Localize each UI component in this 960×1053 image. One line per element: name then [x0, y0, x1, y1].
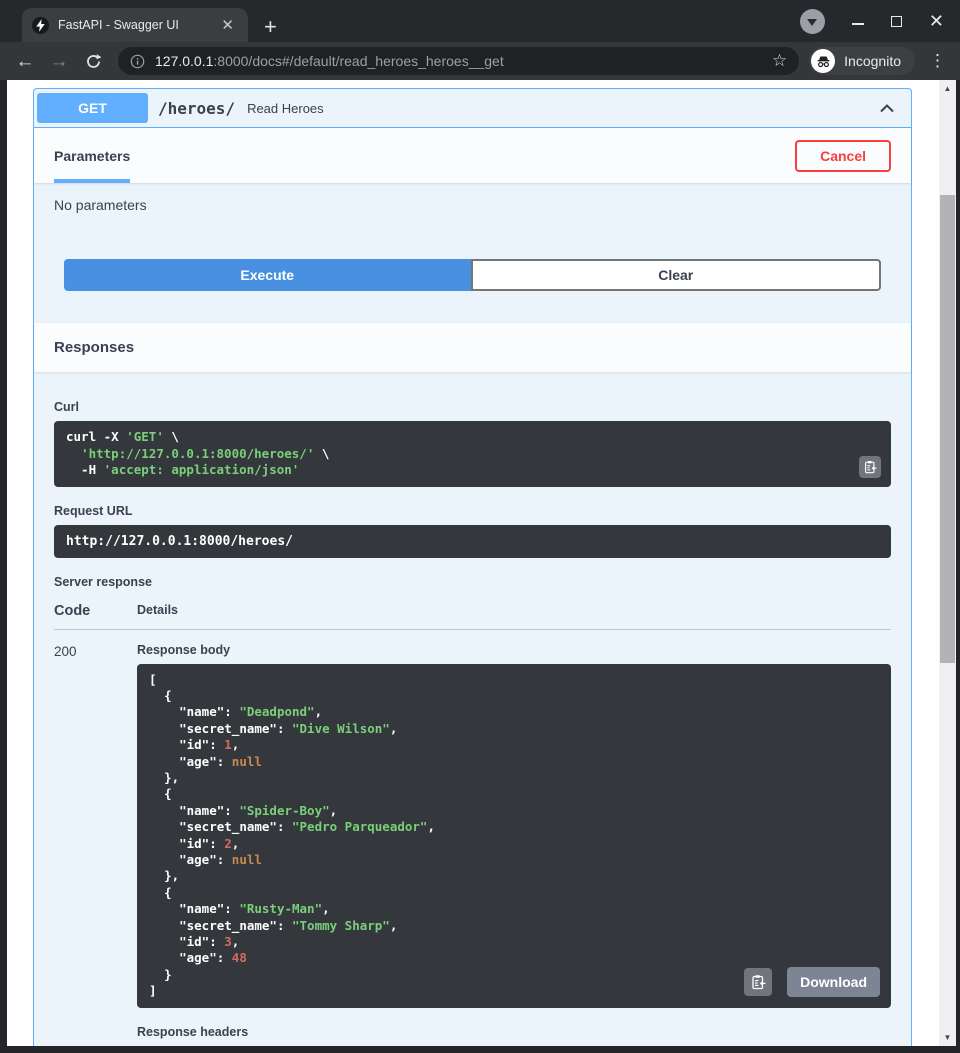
download-button[interactable]: Download	[787, 967, 880, 997]
window-controls: ✕	[800, 0, 944, 42]
response-headers-label: Response headers	[137, 1025, 891, 1039]
response-row-200: 200 Response body [ { "name": "Deadpond"…	[54, 643, 891, 1047]
collapse-chevron-icon[interactable]	[877, 98, 897, 118]
endpoint-summary: Read Heroes	[247, 101, 324, 116]
browser-titlebar: FastAPI - Swagger UI ✕ + ✕	[0, 0, 960, 42]
tab-close-icon[interactable]: ✕	[217, 16, 238, 34]
response-details: Response body [ { "name": "Deadpond", "s…	[137, 643, 891, 1047]
copy-response-button[interactable]	[744, 968, 772, 996]
forward-button[interactable]: →	[44, 52, 74, 71]
copy-curl-button[interactable]	[859, 456, 881, 478]
parameters-body: No parameters Execute Clear	[34, 183, 911, 323]
close-button[interactable]: ✕	[929, 12, 944, 30]
curl-command-block: curl -X 'GET' \ 'http://127.0.0.1:8000/h…	[54, 421, 891, 487]
incognito-label: Incognito	[844, 53, 901, 69]
server-response-label: Server response	[54, 575, 891, 589]
clipboard-icon	[750, 974, 766, 990]
tab-title: FastAPI - Swagger UI	[58, 18, 179, 32]
reload-button[interactable]	[78, 53, 108, 70]
responses-header: Responses	[34, 323, 911, 372]
response-body-label: Response body	[137, 643, 891, 657]
cancel-button[interactable]: Cancel	[795, 140, 891, 172]
browser-toolbar: ← → 127.0.0.1:8000/docs#/default/read_he…	[0, 42, 960, 80]
new-tab-button[interactable]: +	[264, 16, 277, 38]
status-code: 200	[54, 643, 137, 1047]
swagger-content: GET /heroes/ Read Heroes Parameters Canc…	[7, 80, 939, 1046]
responses-body: Curl curl -X 'GET' \ 'http://127.0.0.1:8…	[34, 372, 911, 1046]
browser-tab[interactable]: FastAPI - Swagger UI ✕	[22, 8, 248, 42]
operation-summary[interactable]: GET /heroes/ Read Heroes	[34, 89, 911, 128]
incognito-icon	[811, 49, 835, 73]
response-body-controls: Download	[744, 967, 880, 997]
request-url-label: Request URL	[54, 504, 891, 518]
opblock-get-heroes: GET /heroes/ Read Heroes Parameters Canc…	[33, 88, 912, 1046]
curl-label: Curl	[54, 400, 891, 414]
response-body-block: [ { "name": "Deadpond", "secret_name": "…	[137, 664, 891, 1008]
table-divider	[54, 629, 891, 630]
url-path: :8000/docs#/default/read_heroes_heroes__…	[213, 53, 503, 69]
page-viewport: GET /heroes/ Read Heroes Parameters Canc…	[0, 80, 960, 1053]
scrollbar[interactable]: ▲ ▼	[939, 80, 956, 1046]
back-button[interactable]: ←	[10, 52, 40, 71]
parameters-header: Parameters Cancel	[34, 128, 911, 183]
browser-update-icon[interactable]	[800, 9, 825, 34]
incognito-badge: Incognito	[809, 47, 915, 75]
scroll-down-arrow[interactable]: ▼	[939, 1033, 956, 1042]
fastapi-favicon-icon	[32, 17, 49, 34]
endpoint-path: /heroes/	[158, 99, 235, 118]
browser-window: FastAPI - Swagger UI ✕ + ✕ ← →	[0, 0, 960, 1053]
scrollbar-thumb[interactable]	[940, 195, 955, 663]
tab-parameters[interactable]: Parameters	[54, 128, 130, 183]
response-body-json[interactable]: [ { "name": "Deadpond", "secret_name": "…	[137, 664, 891, 1008]
details-column-header: Details	[137, 603, 178, 619]
responses-title: Responses	[54, 339, 134, 356]
down-arrow-icon	[807, 19, 817, 26]
clear-button[interactable]: Clear	[471, 259, 882, 291]
execute-button[interactable]: Execute	[64, 259, 471, 291]
clipboard-icon	[863, 460, 877, 474]
url-bar[interactable]: 127.0.0.1:8000/docs#/default/read_heroes…	[118, 47, 799, 75]
response-table-header: Code Details	[54, 603, 891, 619]
reload-icon	[85, 53, 102, 70]
no-parameters-text: No parameters	[54, 197, 891, 213]
request-url-block: http://127.0.0.1:8000/heroes/	[54, 525, 891, 558]
bookmark-star-icon[interactable]: ☆	[772, 51, 787, 71]
code-column-header: Code	[54, 603, 137, 619]
request-url-value: http://127.0.0.1:8000/heroes/	[54, 525, 891, 558]
site-info-icon[interactable]	[130, 54, 145, 69]
execute-row: Execute Clear	[64, 259, 881, 291]
url-host: 127.0.0.1	[155, 53, 213, 69]
method-badge: GET	[37, 93, 148, 123]
scroll-up-arrow[interactable]: ▲	[939, 84, 956, 93]
minimize-button[interactable]	[852, 23, 864, 25]
browser-menu-icon[interactable]: ⋮	[929, 51, 946, 71]
curl-command[interactable]: curl -X 'GET' \ 'http://127.0.0.1:8000/h…	[54, 421, 891, 487]
maximize-button[interactable]	[891, 16, 902, 27]
